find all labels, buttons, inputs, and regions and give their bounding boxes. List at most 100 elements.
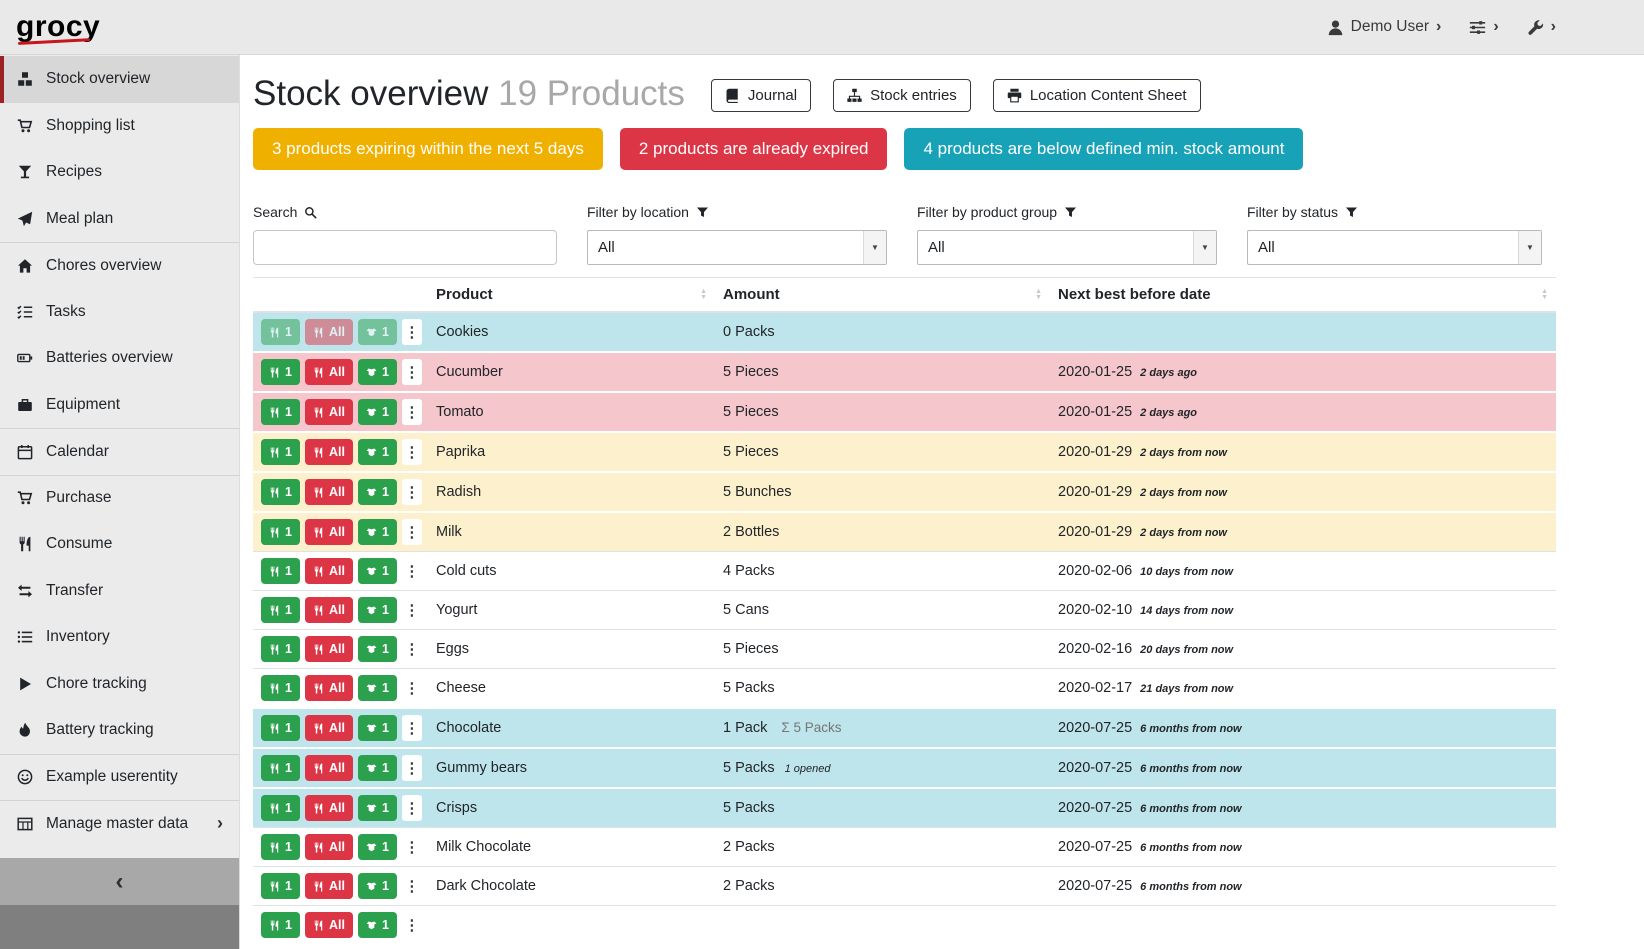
consume-one-button[interactable]: 1: [261, 319, 300, 345]
sidebar-item-recipes[interactable]: Recipes: [0, 149, 239, 196]
open-one-button[interactable]: 1: [358, 912, 397, 938]
journal-button[interactable]: Journal: [711, 79, 811, 112]
consume-all-button[interactable]: All: [305, 558, 353, 584]
sidebar-item-transfer[interactable]: Transfer: [0, 568, 239, 615]
open-one-button[interactable]: 1: [358, 359, 397, 385]
sidebar-item-calendar[interactable]: Calendar: [0, 428, 239, 475]
consume-one-button[interactable]: 1: [261, 359, 300, 385]
open-one-button[interactable]: 1: [358, 439, 397, 465]
open-one-button[interactable]: 1: [358, 636, 397, 662]
consume-all-button[interactable]: All: [305, 873, 353, 899]
consume-all-button[interactable]: All: [305, 319, 353, 345]
row-menu-button[interactable]: ⋮: [402, 795, 422, 821]
row-menu-button[interactable]: ⋮: [402, 834, 422, 860]
row-menu-button[interactable]: ⋮: [402, 755, 422, 781]
open-one-button[interactable]: 1: [358, 399, 397, 425]
consume-one-button[interactable]: 1: [261, 558, 300, 584]
column-header-next-best-before-date[interactable]: Next best before date ▲▼: [1050, 278, 1556, 313]
consume-one-button[interactable]: 1: [261, 715, 300, 741]
consume-all-button[interactable]: All: [305, 834, 353, 860]
open-one-button[interactable]: 1: [358, 479, 397, 505]
sidebar-item-equipment[interactable]: Equipment: [0, 382, 239, 429]
app-logo[interactable]: grocy: [16, 12, 100, 42]
row-menu-button[interactable]: ⋮: [402, 519, 422, 545]
location-content-sheet-button[interactable]: Location Content Sheet: [993, 79, 1201, 112]
open-one-button[interactable]: 1: [358, 519, 397, 545]
row-menu-button[interactable]: ⋮: [402, 319, 422, 345]
consume-all-button[interactable]: All: [305, 439, 353, 465]
row-menu-button[interactable]: ⋮: [402, 439, 422, 465]
open-one-button[interactable]: 1: [358, 873, 397, 899]
sidebar-collapse-button[interactable]: ‹: [0, 858, 239, 905]
consume-one-button[interactable]: 1: [261, 755, 300, 781]
consume-one-button[interactable]: 1: [261, 675, 300, 701]
consume-all-button[interactable]: All: [305, 675, 353, 701]
consume-all-button[interactable]: All: [305, 479, 353, 505]
sidebar-item-meal-plan[interactable]: Meal plan: [0, 196, 239, 243]
row-menu-button[interactable]: ⋮: [402, 675, 422, 701]
consume-one-button[interactable]: 1: [261, 399, 300, 425]
row-menu-button[interactable]: ⋮: [402, 479, 422, 505]
open-one-button[interactable]: 1: [358, 834, 397, 860]
consume-all-button[interactable]: All: [305, 636, 353, 662]
sidebar-item-manage-master-data[interactable]: Manage master data›: [0, 800, 239, 847]
row-menu-button[interactable]: ⋮: [402, 359, 422, 385]
column-header-product[interactable]: Product ▲▼: [428, 278, 715, 313]
consume-one-button[interactable]: 1: [261, 439, 300, 465]
open-one-button[interactable]: 1: [358, 675, 397, 701]
consume-all-button[interactable]: All: [305, 519, 353, 545]
sidebar-item-chores-overview[interactable]: Chores overview: [0, 242, 239, 289]
consume-all-button[interactable]: All: [305, 755, 353, 781]
consume-all-button[interactable]: All: [305, 715, 353, 741]
consume-one-button[interactable]: 1: [261, 519, 300, 545]
sidebar-item-battery-tracking[interactable]: Battery tracking: [0, 707, 239, 754]
sidebar-item-consume[interactable]: Consume: [0, 521, 239, 568]
sidebar-item-tasks[interactable]: Tasks: [0, 289, 239, 336]
row-menu-button[interactable]: ⋮: [402, 399, 422, 425]
consume-all-button[interactable]: All: [305, 399, 353, 425]
row-menu-button[interactable]: ⋮: [402, 912, 422, 938]
product-group-filter-select[interactable]: All ▼: [917, 230, 1217, 265]
sidebar-item-purchase[interactable]: Purchase: [0, 475, 239, 522]
row-menu-button[interactable]: ⋮: [402, 558, 422, 584]
sidebar-item-stock-overview[interactable]: Stock overview: [0, 56, 239, 103]
settings-menu[interactable]: ›: [1469, 19, 1498, 36]
stock-entries-button[interactable]: Stock entries: [833, 79, 971, 112]
row-menu-button[interactable]: ⋮: [402, 715, 422, 741]
consume-one-button[interactable]: 1: [261, 479, 300, 505]
sort-icon[interactable]: ▲▼: [700, 289, 707, 301]
sidebar-item-chore-tracking[interactable]: Chore tracking: [0, 661, 239, 708]
consume-one-button[interactable]: 1: [261, 597, 300, 623]
consume-all-button[interactable]: All: [305, 795, 353, 821]
status-filter-select[interactable]: All ▼: [1247, 230, 1542, 265]
consume-one-button[interactable]: 1: [261, 834, 300, 860]
column-header-amount[interactable]: Amount ▲▼: [715, 278, 1050, 313]
row-menu-button[interactable]: ⋮: [402, 636, 422, 662]
sort-icon[interactable]: ▲▼: [1541, 289, 1548, 301]
consume-all-button[interactable]: All: [305, 597, 353, 623]
sidebar-item-batteries-overview[interactable]: Batteries overview: [0, 335, 239, 382]
consume-one-button[interactable]: 1: [261, 795, 300, 821]
open-one-button[interactable]: 1: [358, 795, 397, 821]
consume-one-button[interactable]: 1: [261, 873, 300, 899]
expiring-banner[interactable]: 3 products expiring within the next 5 da…: [253, 128, 603, 170]
open-one-button[interactable]: 1: [358, 319, 397, 345]
user-menu[interactable]: Demo User ›: [1327, 18, 1442, 36]
admin-menu[interactable]: ›: [1527, 19, 1556, 36]
sidebar-item-example-userentity[interactable]: Example userentity: [0, 754, 239, 801]
sort-icon[interactable]: ▲▼: [1035, 289, 1042, 301]
row-menu-button[interactable]: ⋮: [402, 597, 422, 623]
search-input[interactable]: [253, 230, 557, 265]
below-min-stock-banner[interactable]: 4 products are below defined min. stock …: [904, 128, 1303, 170]
location-filter-select[interactable]: All ▼: [587, 230, 887, 265]
expired-banner[interactable]: 2 products are already expired: [620, 128, 888, 170]
open-one-button[interactable]: 1: [358, 558, 397, 584]
row-menu-button[interactable]: ⋮: [402, 873, 422, 899]
consume-one-button[interactable]: 1: [261, 912, 300, 938]
open-one-button[interactable]: 1: [358, 715, 397, 741]
open-one-button[interactable]: 1: [358, 597, 397, 623]
sidebar-item-shopping-list[interactable]: Shopping list: [0, 103, 239, 150]
consume-all-button[interactable]: All: [305, 912, 353, 938]
consume-all-button[interactable]: All: [305, 359, 353, 385]
consume-one-button[interactable]: 1: [261, 636, 300, 662]
